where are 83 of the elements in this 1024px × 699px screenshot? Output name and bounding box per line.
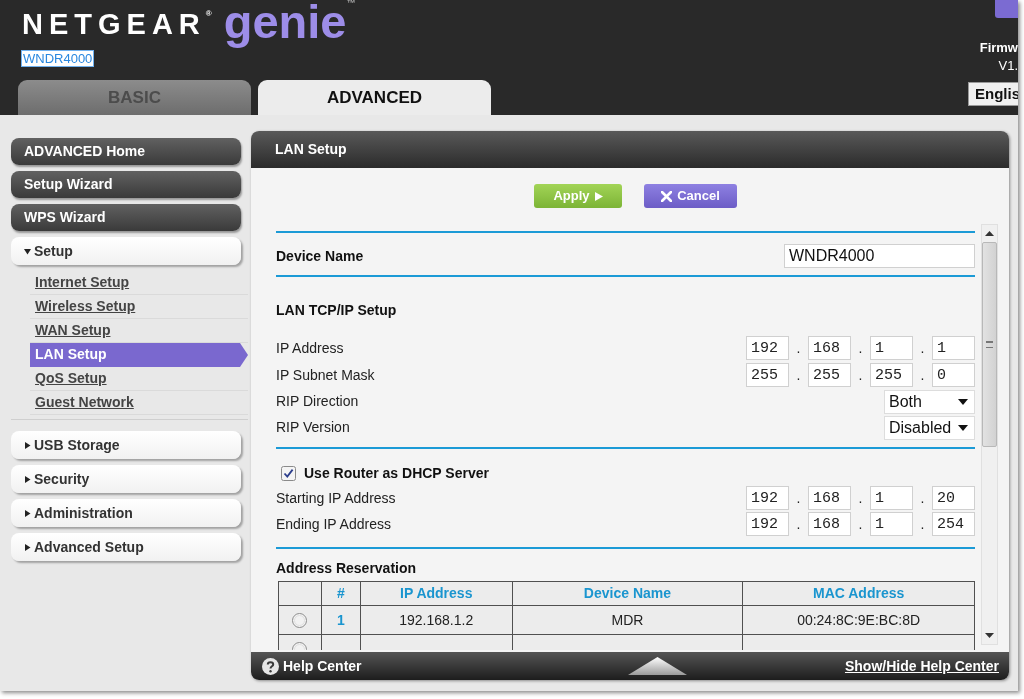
column-header: MAC Address [742, 581, 975, 606]
brand-logo: NETGEAR$^{®}$ [22, 10, 212, 39]
firmware-version: V1. [998, 58, 1018, 73]
octet-separator: . [795, 368, 802, 382]
panel-title: LAN Setup [275, 140, 347, 159]
scrollbar[interactable] [981, 224, 998, 645]
octet-separator: . [795, 517, 802, 531]
table-cell: MDR [512, 605, 743, 635]
ip-octet-field[interactable]: 168 [808, 486, 851, 510]
ip-octet-field[interactable]: 255 [746, 363, 789, 387]
table-cell: 1 [321, 605, 361, 635]
sidebar-link[interactable]: Internet Setup [30, 271, 248, 295]
sidebar-link[interactable]: QoS Setup [30, 367, 248, 391]
octet-separator: . [919, 368, 926, 382]
dropdown[interactable]: Disabled [884, 415, 975, 440]
cancel-button[interactable]: Cancel [644, 184, 737, 208]
octet-separator: . [919, 517, 926, 531]
sidebar-button[interactable]: ADVANCED Home [11, 138, 241, 165]
octet-separator: . [857, 341, 864, 355]
scrollbar-thumb[interactable] [982, 242, 997, 447]
ip-octet-field[interactable]: 192 [746, 336, 789, 360]
radio-button[interactable] [292, 613, 308, 629]
sidebar-button[interactable]: WPS Wizard [11, 204, 241, 231]
caret-icon [958, 424, 968, 431]
table-cell: 00:24:8C:9E:BC:8D [742, 605, 975, 635]
field-label: RIP Direction [276, 392, 359, 411]
model-name: WNDR4000 [22, 51, 94, 66]
play-icon [594, 191, 603, 201]
octet-separator: . [857, 491, 864, 505]
ip-octet-field[interactable]: 1 [870, 486, 913, 510]
ip-octet-field[interactable]: 1 [870, 336, 913, 360]
column-header: Device Name [512, 581, 743, 606]
sidebar-section-button[interactable]: Setup [11, 237, 241, 265]
ip-octet-field[interactable]: 254 [932, 512, 975, 536]
section-title: LAN TCP/IP Setup [276, 301, 398, 320]
sidebar-link[interactable]: Guest Network [30, 391, 248, 415]
help-center-label: Help Center [283, 656, 362, 676]
field-label: Device Name [276, 247, 364, 266]
ip-octet-field[interactable]: 192 [746, 512, 789, 536]
checkbox-label: Use Router as DHCP Server [304, 464, 489, 483]
field-label: Ending IP Address [276, 514, 391, 534]
ip-octet-field[interactable]: 168 [808, 336, 851, 360]
field-label: Starting IP Address [276, 488, 396, 508]
field-label: IP Address [276, 338, 344, 358]
table-cell: 192.168.1.2 [360, 605, 513, 635]
sidebar-section-button[interactable]: USB Storage [11, 431, 241, 459]
sidebar-button[interactable]: Setup Wizard [11, 171, 241, 198]
tab[interactable]: ADVANCED [258, 80, 491, 115]
device-name-field[interactable]: WNDR4000 [784, 244, 975, 268]
scroll-up-icon[interactable] [985, 231, 994, 236]
octet-separator: . [919, 341, 926, 355]
caret-icon [958, 398, 968, 405]
ip-octet-field[interactable]: 20 [932, 486, 975, 510]
column-header: IP Address [360, 581, 513, 606]
sidebar-link[interactable]: LAN Setup [30, 343, 248, 367]
octet-separator: . [857, 368, 864, 382]
column-header: # [321, 581, 361, 606]
octet-separator: . [857, 517, 864, 531]
close-icon [661, 190, 673, 202]
ip-octet-field[interactable]: 192 [746, 486, 789, 510]
dropdown[interactable]: Both [884, 389, 975, 414]
firmware-label: Firmw [979, 40, 1018, 55]
scroll-down-icon[interactable] [985, 633, 994, 638]
ip-octet-field[interactable]: 1 [932, 336, 975, 360]
ip-octet-field[interactable]: 255 [870, 363, 913, 387]
field-label: RIP Version [276, 418, 350, 437]
section-title: Address Reservation [276, 559, 418, 578]
sidebar-section-button[interactable]: Advanced Setup [11, 533, 241, 561]
sidebar-section-button[interactable]: Security [11, 465, 241, 493]
checkbox[interactable] [281, 465, 296, 481]
octet-separator: . [795, 491, 802, 505]
ip-octet-field[interactable]: 255 [808, 363, 851, 387]
octet-separator: . [795, 341, 802, 355]
sidebar-link[interactable]: Wireless Setup [30, 295, 248, 319]
show-hide-link[interactable]: Show/Hide Help Center [844, 655, 999, 677]
sidebar-section-button[interactable]: Administration [11, 499, 241, 527]
field-label: IP Subnet Mask [276, 365, 375, 385]
help-icon[interactable] [262, 657, 279, 675]
ip-octet-field[interactable]: 1 [870, 512, 913, 536]
octet-separator: . [919, 491, 926, 505]
triangle-icon[interactable] [628, 657, 687, 675]
ip-octet-field[interactable]: 0 [932, 363, 975, 387]
ip-octet-field[interactable]: 168 [808, 512, 851, 536]
